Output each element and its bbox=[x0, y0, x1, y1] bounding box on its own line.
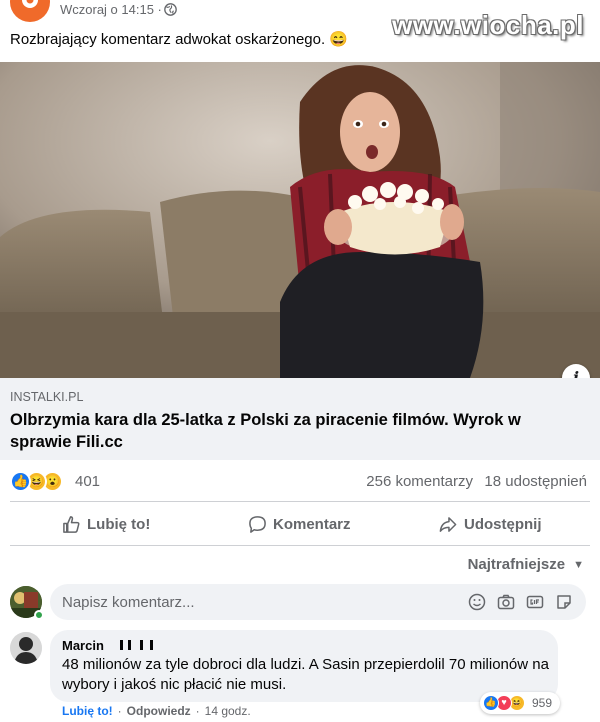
share-icon bbox=[439, 516, 457, 532]
post-timestamp[interactable]: Wczoraj o 14:15 · bbox=[60, 2, 162, 17]
like-icon: 👍 bbox=[10, 471, 31, 492]
comment-bubble: Marcin 48 milionów za tyle dobroci dla l… bbox=[50, 630, 558, 702]
gif-icon[interactable] bbox=[526, 593, 544, 611]
divider bbox=[10, 501, 590, 502]
commenter-avatar-image bbox=[10, 632, 42, 664]
comment-meta: Lubię to! · Odpowiedz · 14 godz. bbox=[62, 704, 251, 718]
comment-author[interactable]: Marcin bbox=[62, 638, 104, 653]
reaction-count[interactable]: 401 bbox=[75, 473, 100, 490]
online-status-dot bbox=[34, 610, 44, 620]
woman-eating-popcorn-image bbox=[0, 62, 600, 378]
comment-icon bbox=[249, 515, 266, 533]
comment-button[interactable]: Komentarz bbox=[248, 505, 351, 543]
post-text: Rozbrajający komentarz adwokat oskarżone… bbox=[10, 31, 349, 48]
post-image[interactable]: i bbox=[0, 62, 600, 378]
link-preview[interactable]: INSTALKI.PL Olbrzymia kara dla 25-latka … bbox=[0, 378, 600, 460]
link-title[interactable]: Olbrzymia kara dla 25-latka z Polski za … bbox=[10, 409, 570, 453]
comment-sort-dropdown[interactable]: Najtrafniejsze ▼ bbox=[468, 556, 584, 573]
page-avatar[interactable] bbox=[10, 0, 50, 22]
watermark: www.wiocha.pl bbox=[392, 10, 584, 40]
post-header: Wczoraj o 14:15 · www.wiocha.pl bbox=[0, 0, 600, 40]
globe-icon bbox=[164, 3, 177, 16]
link-domain: INSTALKI.PL bbox=[10, 390, 84, 404]
share-button[interactable]: Udostępnij bbox=[438, 505, 542, 543]
comment-label: Komentarz bbox=[273, 515, 351, 533]
emoji-icon[interactable] bbox=[468, 593, 486, 611]
comment-text: 48 milionów za tyle dobroci dla ludzi. A… bbox=[62, 656, 549, 693]
divider bbox=[10, 545, 590, 546]
comment-count[interactable]: 256 komentarzy bbox=[366, 473, 473, 490]
post-actions: Lubię to! Komentarz Udostępnij bbox=[0, 505, 600, 543]
redacted-surname bbox=[118, 636, 166, 650]
like-button[interactable]: Lubię to! bbox=[62, 505, 150, 543]
separator: · bbox=[195, 704, 200, 718]
thumbs-up-icon bbox=[63, 515, 80, 533]
sort-label: Najtrafniejsze bbox=[467, 556, 566, 573]
post-stats: 👍 😆 😮 401 256 komentarzy 18 udostępnień bbox=[0, 466, 600, 498]
comment-reactions[interactable]: 👍 ♥ 😆 959 bbox=[480, 692, 560, 714]
sticker-icon[interactable] bbox=[555, 593, 573, 611]
comment-input[interactable] bbox=[62, 584, 442, 620]
separator: · bbox=[117, 704, 122, 718]
comment-reply-button[interactable]: Odpowiedz bbox=[127, 704, 191, 718]
comment-reaction-count: 959 bbox=[532, 696, 553, 710]
comment-like-button[interactable]: Lubię to! bbox=[62, 704, 113, 718]
comment-input-box[interactable] bbox=[50, 584, 586, 620]
camera-icon[interactable] bbox=[497, 593, 515, 611]
gear-icon bbox=[22, 0, 38, 8]
share-count[interactable]: 18 udostępnień bbox=[484, 473, 587, 490]
like-label: Lubię to! bbox=[87, 515, 151, 533]
share-label: Udostępnij bbox=[464, 515, 542, 533]
like-icon: 👍 bbox=[483, 695, 499, 711]
comment-time[interactable]: 14 godz. bbox=[205, 704, 251, 718]
caret-down-icon: ▼ bbox=[573, 558, 584, 571]
commenter-avatar[interactable] bbox=[10, 632, 42, 664]
